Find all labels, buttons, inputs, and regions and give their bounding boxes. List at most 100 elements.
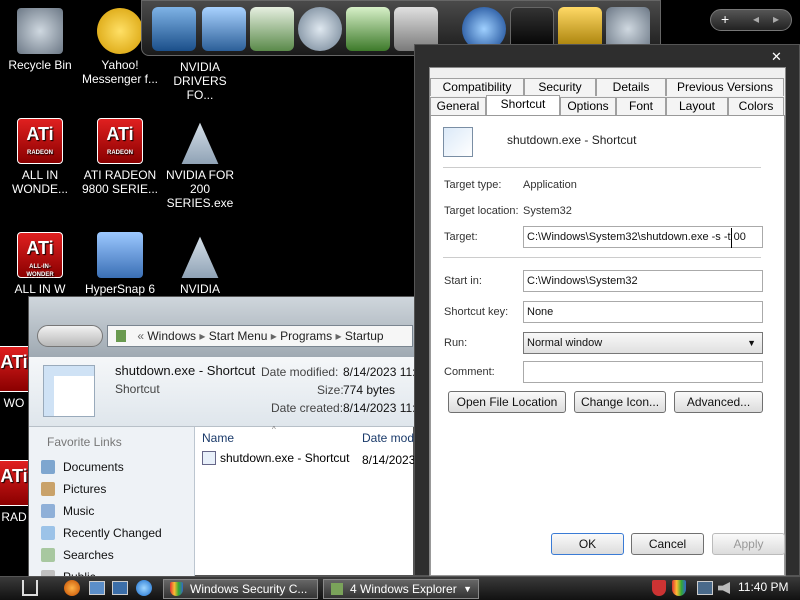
desktop-icon-hypersnap[interactable]: HyperSnap 6 <box>80 232 160 296</box>
desktop-icon-label: ALL IN W <box>14 282 66 296</box>
network-icon[interactable] <box>697 581 713 595</box>
desktop-icon-label: NVIDIA FOR 200 SERIES.exe <box>165 168 234 210</box>
start-in-input[interactable]: C:\Windows\System32 <box>523 270 763 292</box>
breadcrumb-item[interactable]: Windows <box>147 329 196 343</box>
clock[interactable]: 11:40 PM <box>738 580 788 594</box>
tab-shortcut[interactable]: Shortcut <box>486 95 560 115</box>
security-center-icon[interactable] <box>672 580 686 596</box>
tab-colors[interactable]: Colors <box>728 97 784 115</box>
tab-previous-versions[interactable]: Previous Versions <box>666 78 784 96</box>
desktop-icon-label: ALL IN WONDE... <box>12 168 68 196</box>
ati-radeon-icon: ATi RADEON <box>17 118 63 164</box>
tab-layout[interactable]: Layout <box>666 97 728 115</box>
documents-icon[interactable] <box>250 7 294 51</box>
start-home-icon[interactable] <box>22 580 38 596</box>
taskbar-button-windows-explorer[interactable]: 4 Windows Explorer ▼ <box>323 579 479 599</box>
divider <box>443 257 761 258</box>
favorite-music[interactable]: Music <box>41 504 94 518</box>
monitor-icon[interactable] <box>152 7 196 51</box>
comment-input[interactable] <box>523 361 763 383</box>
pictures-icon <box>41 482 55 496</box>
favorite-recently-changed[interactable]: Recently Changed <box>41 526 162 540</box>
firefox-icon[interactable] <box>64 580 80 596</box>
run-select[interactable]: Normal window ▼ <box>523 332 763 354</box>
date-modified-value: 8/14/2023 11: <box>343 365 416 379</box>
recently-changed-icon <box>41 526 55 540</box>
shortcut-file-icon <box>43 365 95 417</box>
comment-label: Comment: <box>444 366 495 378</box>
divider <box>443 167 761 168</box>
tab-options[interactable]: Options <box>560 97 616 115</box>
add-button[interactable]: + <box>721 11 729 27</box>
advanced-button[interactable]: Advanced... <box>674 391 763 413</box>
tab-compatibility[interactable]: Compatibility <box>430 78 524 96</box>
date-created-label: Date created: <box>271 401 344 415</box>
size-value: 774 bytes <box>343 383 396 397</box>
explorer-window: « Windows ▸ Start Menu ▸ Programs ▸ Star… <box>28 296 416 584</box>
pictures-icon[interactable] <box>346 7 390 51</box>
shield-icon <box>170 582 183 596</box>
details-item-name: shutdown.exe - Shortcut <box>115 363 256 378</box>
date-modified-label: Date modified: <box>261 365 339 379</box>
show-desktop-icon[interactable] <box>89 581 105 595</box>
ati-radeon-icon: ATi RADEON <box>97 118 143 164</box>
dock-controls: + ◂ ▸ <box>710 9 792 31</box>
ok-button[interactable]: OK <box>551 533 624 555</box>
chevron-down-icon: ▼ <box>463 584 472 594</box>
desktop-icon-ati-radeon-9800[interactable]: ATi RADEON ATI RADEON 9800 SERIE... <box>80 118 160 196</box>
documents-icon <box>41 460 55 474</box>
start-in-label: Start in: <box>444 275 482 287</box>
desktop-icon-all-in-wonder-2[interactable]: ATi ALL-IN-WONDER ALL IN W <box>0 232 80 296</box>
breadcrumb-item[interactable]: Start Menu <box>209 329 268 343</box>
dialog-body: Compatibility Security Details Previous … <box>429 67 786 577</box>
prev-button[interactable]: ◂ <box>753 12 759 26</box>
favorite-pictures[interactable]: Pictures <box>41 482 106 496</box>
security-alert-icon[interactable] <box>652 580 666 596</box>
desktop-icon-nvidia-drivers[interactable]: NVIDIA DRIVERS FO... <box>160 60 240 102</box>
target-input[interactable]: C:\Windows\System32\shutdown.exe -s -t 0… <box>523 226 763 248</box>
tab-security[interactable]: Security <box>524 78 596 96</box>
breadcrumb-item[interactable]: Programs <box>280 329 332 343</box>
open-file-location-button[interactable]: Open File Location <box>448 391 566 413</box>
favorite-searches[interactable]: Searches <box>41 548 114 562</box>
desktop-icon-nvidia[interactable]: NVIDIA <box>160 232 240 296</box>
yahoo-messenger-icon <box>97 8 143 54</box>
apply-button[interactable]: Apply <box>712 533 785 555</box>
shortcut-file-icon <box>202 451 216 465</box>
cancel-button[interactable]: Cancel <box>631 533 704 555</box>
target-label: Target: <box>444 231 478 243</box>
media-player-icon[interactable] <box>298 7 342 51</box>
close-button[interactable]: ✕ <box>771 49 782 65</box>
tab-details[interactable]: Details <box>596 78 666 96</box>
network-computer-icon[interactable] <box>202 7 246 51</box>
taskbar-button-windows-security[interactable]: Windows Security C... <box>163 579 318 599</box>
internet-explorer-icon[interactable] <box>136 580 152 596</box>
column-header-name[interactable]: Name <box>202 431 234 445</box>
next-button[interactable]: ▸ <box>773 12 779 26</box>
hypersnap-icon <box>97 232 143 278</box>
back-forward-buttons[interactable] <box>37 325 103 347</box>
folder-icon <box>331 583 343 595</box>
desktop-icon-label: NVIDIA <box>179 282 220 296</box>
breadcrumb-item[interactable]: Startup <box>345 329 384 343</box>
desktop-icon-recycle-bin[interactable]: Recycle Bin <box>0 8 80 72</box>
tab-general[interactable]: General <box>430 97 486 115</box>
target-type-label: Target type: <box>444 179 502 191</box>
column-header-date[interactable]: Date mod <box>362 431 414 445</box>
favorite-documents[interactable]: Documents <box>41 460 124 474</box>
recycle-bin-icon <box>17 8 63 54</box>
breadcrumb[interactable]: « Windows ▸ Start Menu ▸ Programs ▸ Star… <box>107 325 413 347</box>
shortcut-key-input[interactable]: None <box>523 301 763 323</box>
change-icon-button[interactable]: Change Icon... <box>574 391 666 413</box>
tab-font[interactable]: Font <box>616 97 666 115</box>
switch-windows-icon[interactable] <box>112 581 128 595</box>
table-row[interactable]: shutdown.exe - Shortcut 8/14/2023 <box>202 451 415 469</box>
desktop-icon-nvidia-200[interactable]: NVIDIA FOR 200 SERIES.exe <box>160 118 240 210</box>
shortcut-tab-page: shutdown.exe - Shortcut Target type: App… <box>430 115 785 576</box>
volume-icon[interactable] <box>718 582 730 594</box>
taskbar-button-label: 4 Windows Explorer <box>350 582 457 596</box>
desktop-icon-all-in-wonder[interactable]: ATi RADEON ALL IN WONDE... <box>0 118 80 196</box>
text-cursor-icon <box>731 228 733 248</box>
desktop-icon-label: Yahoo! Messenger f... <box>81 58 159 86</box>
size-label: Size: <box>317 383 344 397</box>
